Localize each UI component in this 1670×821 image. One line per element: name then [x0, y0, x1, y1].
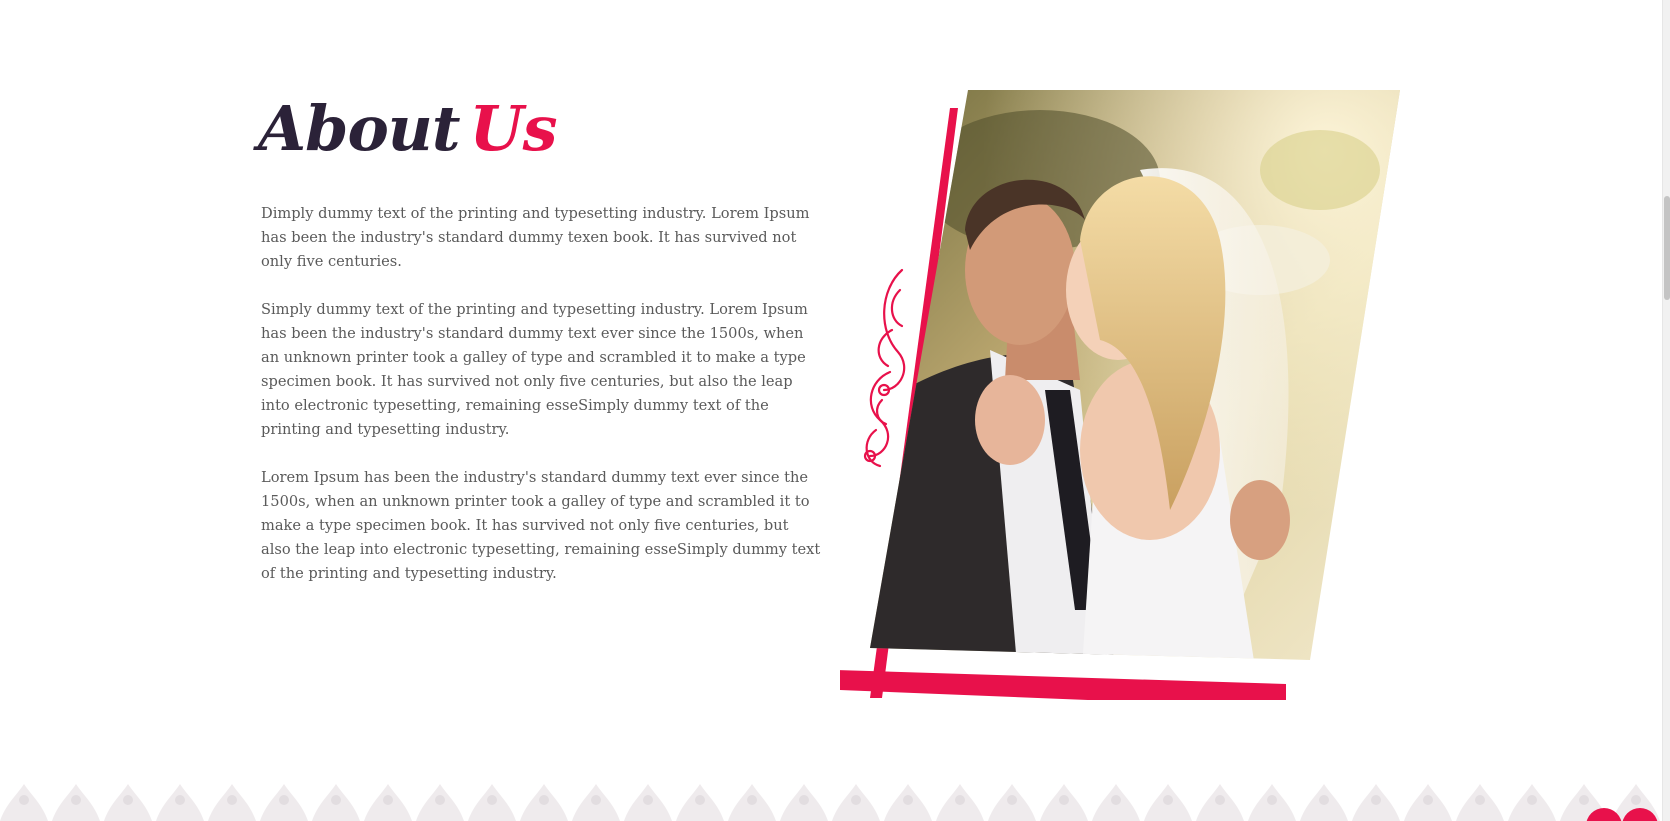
about-paragraph-2: Simply dummy text of the printing and ty… — [261, 301, 808, 438]
floral-pattern-strip — [0, 784, 1660, 821]
decorative-swirl-ornament — [863, 268, 906, 468]
pattern-motif — [1456, 784, 1504, 821]
pattern-motif — [832, 784, 880, 821]
about-paragraph-1: Dimply dummy text of the printing and ty… — [261, 205, 810, 270]
pattern-motif — [416, 784, 464, 821]
page-viewport: About Us Dimply dummy text of the printin… — [0, 0, 1662, 821]
pattern-motif — [572, 784, 620, 821]
pattern-motif — [624, 784, 672, 821]
about-title-word1: About — [258, 92, 461, 165]
pattern-motif — [728, 784, 776, 821]
about-photo-block — [840, 90, 1410, 700]
pattern-motif — [260, 784, 308, 821]
pattern-motif — [364, 784, 412, 821]
pattern-motif — [1092, 784, 1140, 821]
pattern-motif — [884, 784, 932, 821]
pattern-motif — [104, 784, 152, 821]
pattern-motif — [1248, 784, 1296, 821]
vertical-scrollbar[interactable] — [1662, 0, 1670, 821]
about-paragraph-3: Lorem Ipsum has been the industry's stan… — [261, 469, 821, 582]
pattern-motif — [52, 784, 100, 821]
pattern-motif — [780, 784, 828, 821]
pattern-motif — [676, 784, 724, 821]
pattern-motif — [936, 784, 984, 821]
pattern-motif — [1040, 784, 1088, 821]
scrollbar-thumb[interactable] — [1664, 196, 1670, 300]
pattern-motif — [156, 784, 204, 821]
pattern-motif — [988, 784, 1036, 821]
pattern-motif — [1300, 784, 1348, 821]
about-text-block: Dimply dummy text of the printing and ty… — [261, 202, 821, 610]
pattern-motif — [208, 784, 256, 821]
pattern-motif — [0, 784, 48, 821]
about-title-word2: Us — [469, 92, 558, 165]
pattern-motif — [1352, 784, 1400, 821]
pattern-motif — [312, 784, 360, 821]
pattern-motif — [1508, 784, 1556, 821]
about-us-title: About Us — [258, 84, 558, 174]
pattern-motif — [1144, 784, 1192, 821]
pattern-motif — [1196, 784, 1244, 821]
pattern-motif — [520, 784, 568, 821]
pattern-motif — [1404, 784, 1452, 821]
pattern-motif — [468, 784, 516, 821]
